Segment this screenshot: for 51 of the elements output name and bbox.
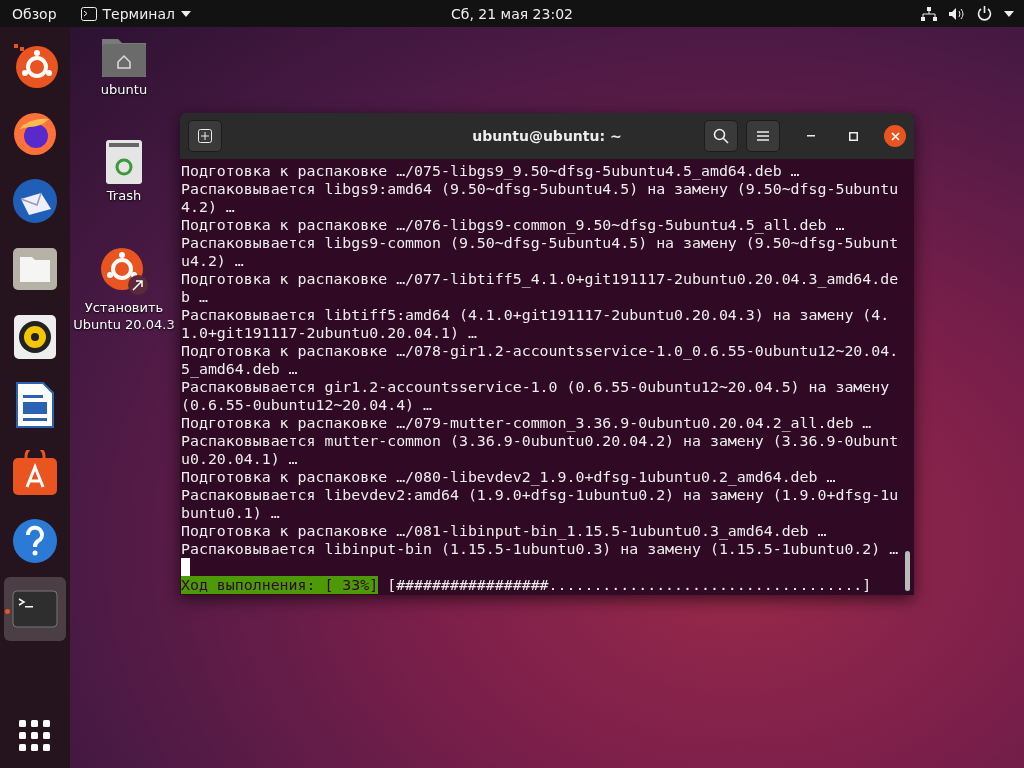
terminal-line: Подготовка к распаковке …/076-libgs9-common_9.50~dfsg-5ubuntu4.5_all.deb … xyxy=(181,216,846,234)
caret-icon[interactable] xyxy=(1004,10,1014,17)
clock[interactable]: Сб, 21 мая 23:02 xyxy=(451,5,573,22)
terminal-line: Подготовка к распаковке …/079-mutter-common_3.36.9-0ubuntu0.20.04.2_all.deb … xyxy=(181,414,873,432)
terminal-line: Подготовка к распаковке …/081-libinput-bin_1.15.5-1ubuntu0.3_amd64.deb … xyxy=(181,522,828,540)
progress-label: Ход выполнения: [ 33%] xyxy=(181,576,379,594)
menu-button[interactable] xyxy=(746,120,780,152)
terminal-line: Подготовка к распаковке …/080-libevdev2_1.9.0+dfsg-1ubuntu0.2_amd64.deb … xyxy=(181,468,837,486)
progress-bar-text: [#################...................................] xyxy=(387,576,872,594)
terminal-line: Распаковывается mutter-common (3.36.9-0ubuntu0.20.04.2) на замену (3.36.9-0ubuntu0.20.04.1) … xyxy=(181,432,899,468)
menu-icon xyxy=(757,131,769,141)
speaker-icon xyxy=(13,314,57,360)
terminal-line: Распаковывается libevdev2:amd64 (1.9.0+dfsg-1ubuntu0.2) на замену (1.9.0+dfsg-1ubuntu0.1) … xyxy=(181,486,899,522)
scrollbar-thumb[interactable] xyxy=(905,551,910,591)
terminal-line: Распаковывается libgs9:amd64 (9.50~dfsg-5ubuntu4.5) на замену (9.50~dfsg-5ubuntu4.2) … xyxy=(181,180,899,216)
app-grid-icon[interactable] xyxy=(19,720,51,752)
activities-button[interactable]: Обзор xyxy=(0,5,69,22)
search-icon xyxy=(713,128,729,144)
document-icon xyxy=(15,381,55,429)
minimize-icon xyxy=(807,135,815,137)
terminal-icon xyxy=(12,590,58,628)
desktop-icon-label[interactable]: Установить Ubuntu 20.04.3 xyxy=(71,299,177,333)
folder-icon xyxy=(12,247,58,291)
close-button[interactable] xyxy=(884,125,906,147)
terminal-line: Подготовка к распаковке …/075-libgs9_9.50~dfsg-5ubuntu4.5_amd64.deb … xyxy=(181,162,801,180)
app-menu[interactable]: Терминал xyxy=(68,5,203,22)
text-cursor xyxy=(181,558,190,576)
new-tab-icon xyxy=(198,129,212,143)
terminal-icon xyxy=(80,6,97,21)
search-button[interactable] xyxy=(704,120,738,152)
network-icon[interactable] xyxy=(921,6,937,21)
help-icon xyxy=(12,518,58,564)
terminal-line: Распаковывается gir1.2-accountsservice-1.0 (0.6.55-0ubuntu12~20.04.5) на замену (0.6.55-0ubuntu12~20.04.4) … xyxy=(181,378,891,414)
installer-icon xyxy=(11,41,59,89)
close-icon xyxy=(890,131,900,141)
terminal-line: Распаковывается libgs9-common (9.50~dfsg-5ubuntu4.5) на замену (9.50~dfsg-5ubuntu4.2) … xyxy=(181,234,899,270)
volume-icon[interactable] xyxy=(949,6,965,21)
terminal-line: Подготовка к распаковке …/077-libtiff5_4.1.0+git191117-2ubuntu0.20.04.3_amd64.deb … xyxy=(181,270,899,306)
new-tab-button[interactable] xyxy=(188,120,222,152)
terminal-line: Распаковывается libinput-bin (1.15.5-1ubuntu0.3) на замену (1.15.5-1ubuntu0.2) … xyxy=(181,540,899,558)
installer-shortcut-icon[interactable] xyxy=(98,245,150,297)
caret-icon xyxy=(180,10,191,17)
terminal-line: Распаковывается libtiff5:amd64 (4.1.0+git191117-2ubuntu0.20.04.3) на замену (4.1.0+git191117-2ubuntu0.20.04.1) … xyxy=(181,306,891,342)
desktop-icon-label[interactable]: ubuntu xyxy=(100,81,148,98)
power-icon[interactable] xyxy=(977,6,992,21)
desktop-icon-label[interactable]: Trash xyxy=(106,187,142,204)
terminal-line: Подготовка к распаковке …/078-gir1.2-accountsservice-1.0_0.6.55-0ubuntu12~20.04.5_amd64.deb … xyxy=(181,342,899,378)
shopping-bag-icon xyxy=(12,450,58,496)
trash-icon[interactable] xyxy=(105,139,143,185)
maximize-icon xyxy=(848,131,858,141)
window-title: ubuntu@ubuntu: ~ xyxy=(472,128,622,144)
